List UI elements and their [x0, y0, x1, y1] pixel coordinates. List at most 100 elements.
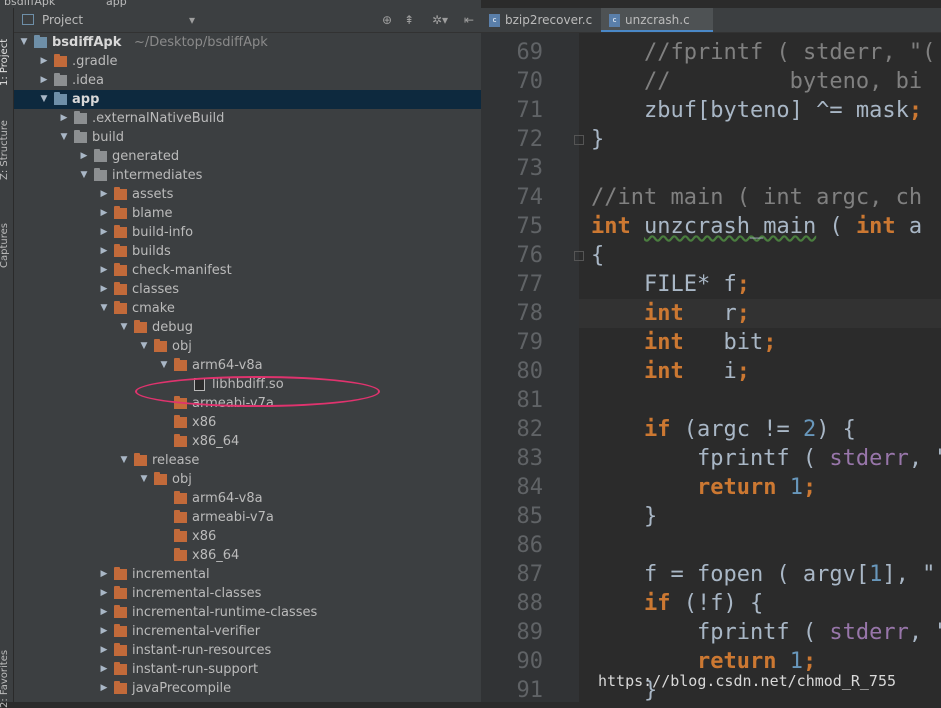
code-line[interactable]: fprintf ( stderr, "	[591, 444, 941, 473]
chevron-down-icon[interactable]: ▼	[18, 33, 30, 52]
code-line[interactable]: int r;	[579, 299, 941, 328]
chevron-right-icon[interactable]: ▶	[38, 52, 50, 71]
chevron-right-icon[interactable]: ▶	[98, 584, 110, 603]
collapse-icon[interactable]: ⇞	[404, 13, 414, 27]
tree-item[interactable]: ▶ generated	[14, 147, 481, 166]
chevron-right-icon[interactable]: ▶	[58, 109, 70, 128]
project-view-title[interactable]: Project	[42, 8, 83, 32]
chevron-right-icon[interactable]: ▶	[78, 147, 90, 166]
chevron-down-icon[interactable]: ▾	[189, 13, 195, 27]
tree-item[interactable]: ▼ build	[14, 128, 481, 147]
code-line[interactable]: }	[591, 125, 604, 154]
code-line[interactable]: fprintf ( stderr, "	[591, 618, 941, 647]
tree-item[interactable]: ▶ classes	[14, 280, 481, 299]
chevron-right-icon[interactable]: ▶	[98, 603, 110, 622]
code-line[interactable]: zbuf[byteno] ^= mask;	[591, 96, 922, 125]
tree-item[interactable]: ▼ arm64-v8a	[14, 356, 481, 375]
code-line[interactable]: if (!f) {	[591, 589, 763, 618]
tree-item[interactable]: ▶ instant-run-resources	[14, 641, 481, 660]
code-line[interactable]: //fprintf ( stderr, "(	[591, 38, 935, 67]
chevron-right-icon[interactable]: ▶	[98, 242, 110, 261]
chevron-right-icon[interactable]: ▶	[98, 660, 110, 679]
code-line[interactable]: int unzcrash_main ( int a	[591, 212, 922, 241]
chevron-down-icon[interactable]: ▼	[138, 470, 150, 489]
tab-structure[interactable]: Z: Structure	[0, 120, 10, 180]
code-line[interactable]: int bit;	[591, 328, 776, 357]
hide-icon[interactable]: ⇤	[464, 13, 474, 27]
chevron-down-icon[interactable]: ▼	[98, 299, 110, 318]
tree-item[interactable]: ▶ incremental	[14, 565, 481, 584]
tree-item[interactable]: arm64-v8a	[14, 489, 481, 508]
tree-item[interactable]: ▼ release	[14, 451, 481, 470]
tab-project[interactable]: 1: Project	[0, 39, 10, 86]
tree-item[interactable]: x86_64	[14, 432, 481, 451]
tree-item[interactable]: ▼ bsdiffApk ~/Desktop/bsdiffApk	[14, 33, 481, 52]
chevron-right-icon[interactable]: ▶	[98, 641, 110, 660]
code-line[interactable]: {	[591, 241, 604, 270]
chevron-right-icon[interactable]: ▶	[98, 622, 110, 641]
tree-item[interactable]: x86	[14, 413, 481, 432]
editor-tab[interactable]: c bzip2recover.c	[481, 8, 599, 32]
breadcrumb-item-app[interactable]: app	[106, 0, 127, 8]
code-line[interactable]: if (argc != 2) {	[591, 415, 856, 444]
chevron-right-icon[interactable]: ▶	[98, 185, 110, 204]
tree-item[interactable]: ▶ incremental-classes	[14, 584, 481, 603]
breadcrumb-item-project[interactable]: bsdiffApk	[4, 0, 55, 8]
tab-captures[interactable]: Captures	[0, 223, 10, 268]
code-line[interactable]: //int main ( int argc, ch	[591, 183, 922, 212]
tree-item[interactable]: ▼ app	[14, 90, 481, 109]
tree-item[interactable]: ▼ obj	[14, 470, 481, 489]
fold-marker-icon[interactable]	[574, 251, 584, 261]
tree-item[interactable]: x86_64	[14, 546, 481, 565]
code-line[interactable]: FILE* f;	[591, 270, 750, 299]
chevron-down-icon[interactable]: ▼	[38, 90, 50, 109]
tree-item[interactable]: ▶ assets	[14, 185, 481, 204]
tree-item[interactable]: ▶ incremental-verifier	[14, 622, 481, 641]
chevron-right-icon[interactable]: ▶	[98, 261, 110, 280]
tree-item[interactable]: ▼ obj	[14, 337, 481, 356]
tab-favorites[interactable]: 2: Favorites	[0, 650, 10, 708]
code-line[interactable]: f = fopen ( argv[1], "	[591, 560, 935, 589]
tree-item[interactable]: x86	[14, 527, 481, 546]
tree-item[interactable]: ▶ blame	[14, 204, 481, 223]
tree-item[interactable]: ▶ incremental-runtime-classes	[14, 603, 481, 622]
fold-marker-icon[interactable]	[574, 135, 584, 145]
chevron-down-icon[interactable]: ▼	[58, 128, 70, 147]
chevron-right-icon[interactable]: ▶	[98, 223, 110, 242]
editor-tab[interactable]: c unzcrash.c	[601, 8, 713, 32]
folder-icon	[114, 605, 127, 618]
tree-item-label: x86_64	[192, 548, 240, 563]
chevron-down-icon[interactable]: ▼	[138, 337, 150, 356]
chevron-down-icon[interactable]: ▼	[118, 318, 130, 337]
chevron-right-icon[interactable]: ▶	[98, 565, 110, 584]
tree-item[interactable]: ▶ .idea	[14, 71, 481, 90]
tree-item[interactable]: ▶ javaPrecompile	[14, 679, 481, 698]
chevron-down-icon[interactable]: ▼	[78, 166, 90, 185]
tree-item[interactable]: ▶ check-manifest	[14, 261, 481, 280]
tree-item[interactable]: ▼ intermediates	[14, 166, 481, 185]
code-line[interactable]: }	[591, 502, 657, 531]
tree-item[interactable]: ▶ instant-run-support	[14, 660, 481, 679]
folder-icon	[114, 586, 127, 599]
tree-item[interactable]: ▼ cmake	[14, 299, 481, 318]
code-line[interactable]: // byteno, bi	[591, 67, 922, 96]
tree-item[interactable]: armeabi-v7a	[14, 508, 481, 527]
tree-item[interactable]: ▶ builds	[14, 242, 481, 261]
chevron-right-icon[interactable]: ▶	[38, 71, 50, 90]
chevron-down-icon[interactable]: ▼	[158, 356, 170, 375]
folder-icon	[114, 282, 127, 295]
chevron-right-icon[interactable]: ▶	[98, 204, 110, 223]
code-line[interactable]: return 1;	[591, 473, 816, 502]
folder-icon	[34, 35, 47, 48]
tree-item[interactable]: ▶ .gradle	[14, 52, 481, 71]
gear-icon[interactable]: ✲▾	[432, 13, 448, 27]
tree-item[interactable]: ▶ build-info	[14, 223, 481, 242]
code-line[interactable]: int i;	[591, 357, 750, 386]
chevron-right-icon[interactable]: ▶	[98, 679, 110, 698]
tree-item[interactable]: ▶ .externalNativeBuild	[14, 109, 481, 128]
target-icon[interactable]: ⊕	[382, 13, 392, 27]
tree-item[interactable]: ▼ debug	[14, 318, 481, 337]
chevron-right-icon[interactable]: ▶	[98, 280, 110, 299]
code-editor[interactable]: 69 70 71 72 73 74 75 76 77 78 79 80 81 82 83 84 85 86 87 88…	[481, 33, 941, 702]
chevron-down-icon[interactable]: ▼	[118, 451, 130, 470]
